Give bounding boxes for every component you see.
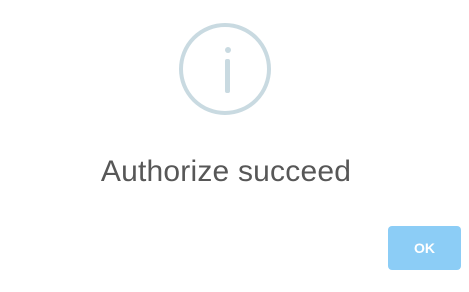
dialog-title: Authorize succeed <box>100 155 352 188</box>
ok-button[interactable]: OK <box>388 226 461 270</box>
alert-dialog: Authorize succeed OK <box>0 0 469 292</box>
info-icon-dot <box>225 47 231 53</box>
info-icon-stem <box>225 59 230 93</box>
info-circle-icon <box>179 23 271 115</box>
